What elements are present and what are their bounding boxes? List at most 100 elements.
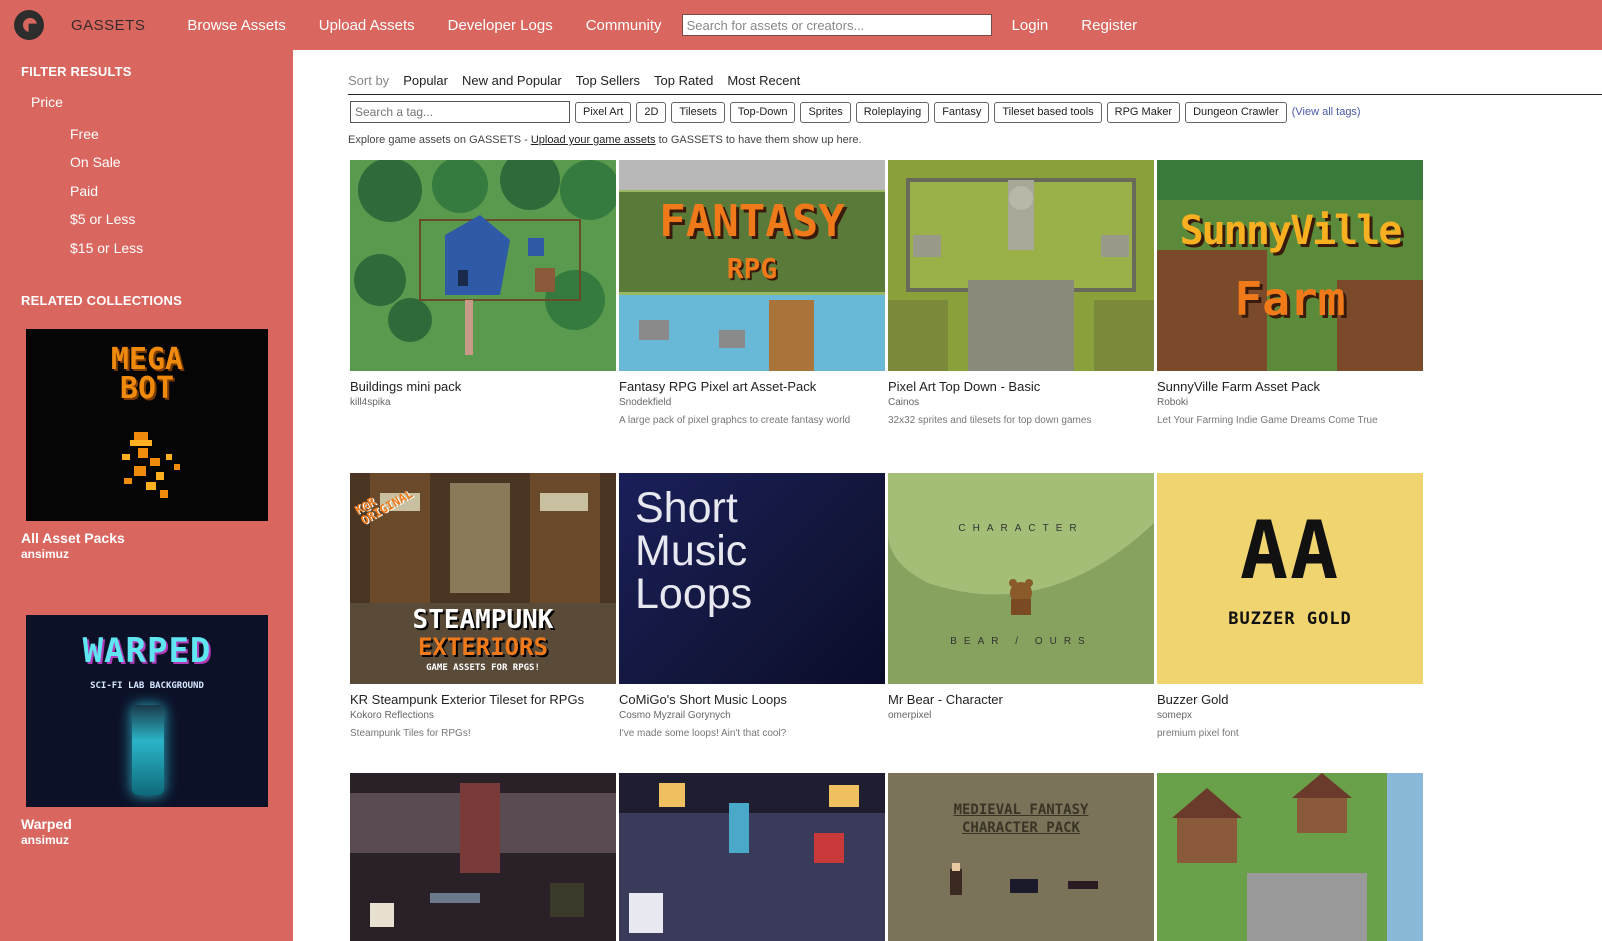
asset-author[interactable]: Kokoro Reflections xyxy=(350,710,616,721)
asset-author[interactable]: Snodekfield xyxy=(619,397,885,408)
asset-description: Steampunk Tiles for RPGs! xyxy=(350,728,471,739)
dungeon-characters-art xyxy=(619,773,885,941)
asset-title[interactable]: Buzzer Gold xyxy=(1157,692,1423,707)
tag-tileset-based-tools[interactable]: Tileset based tools xyxy=(994,101,1102,123)
asset-author[interactable]: omerpixel xyxy=(888,710,1154,721)
asset-thumbnail[interactable] xyxy=(1157,773,1423,941)
asset-card[interactable] xyxy=(1157,773,1423,941)
sort-by-label: Sort by xyxy=(348,73,390,88)
asset-thumbnail[interactable]: AA BUZZER GOLD xyxy=(1157,473,1423,684)
farm-title-art: Farm xyxy=(1234,272,1346,326)
warped-capsule-icon xyxy=(132,705,164,795)
register-link[interactable]: Register xyxy=(1081,17,1137,34)
asset-author[interactable]: Cosmo Myzrail Gorynych xyxy=(619,710,885,721)
asset-author[interactable]: Cainos xyxy=(888,397,1154,408)
asset-thumbnail[interactable]: SunnyVille Farm xyxy=(1157,160,1423,371)
tag-2d[interactable]: 2D xyxy=(636,101,667,123)
asset-card[interactable]: Buildings mini pack kill4spika xyxy=(350,160,616,408)
sort-popular[interactable]: Popular xyxy=(403,73,448,88)
asset-thumbnail[interactable]: MEDIEVAL FANTASY CHARACTER PACK xyxy=(888,773,1154,941)
tag-roleplaying[interactable]: Roleplaying xyxy=(855,101,930,123)
asset-card[interactable]: AA BUZZER GOLD Buzzer Gold somepx premiu… xyxy=(1157,473,1423,740)
asset-author[interactable]: Roboki xyxy=(1157,397,1423,408)
related-collections-heading: RELATED COLLECTIONS xyxy=(21,293,182,308)
asset-title[interactable]: CoMiGo's Short Music Loops xyxy=(619,692,885,707)
asset-title[interactable]: Pixel Art Top Down - Basic xyxy=(888,379,1154,394)
tag-rpg-maker[interactable]: RPG Maker xyxy=(1106,101,1181,123)
asset-title[interactable]: Mr Bear - Character xyxy=(888,692,1154,707)
sort-most-recent[interactable]: Most Recent xyxy=(727,73,800,88)
collection-thumbnail-warped[interactable]: WARPED SCI-FI LAB BACKGROUND xyxy=(26,615,268,807)
collection-author[interactable]: ansimuz xyxy=(21,547,69,561)
sort-divider xyxy=(348,94,1602,95)
asset-title[interactable]: SunnyVille Farm Asset Pack xyxy=(1157,379,1423,394)
asset-card[interactable]: SunnyVille Farm SunnyVille Farm Asset Pa… xyxy=(1157,160,1423,427)
asset-thumbnail[interactable] xyxy=(619,773,885,941)
price-option-on-sale[interactable]: On Sale xyxy=(70,154,121,170)
asset-thumbnail[interactable] xyxy=(888,160,1154,371)
price-option-paid[interactable]: Paid xyxy=(70,183,98,199)
asset-card[interactable]: FANTASY RPG Fantasy RPG Pixel art Asset-… xyxy=(619,160,885,427)
asset-title[interactable]: KR Steampunk Exterior Tileset for RPGs xyxy=(350,692,616,707)
asset-card[interactable] xyxy=(619,773,885,941)
price-option-15-or-less[interactable]: $15 or Less xyxy=(70,240,143,256)
sort-top-rated[interactable]: Top Rated xyxy=(654,73,713,88)
top-down-temple-art xyxy=(888,160,1154,371)
asset-author[interactable]: somepx xyxy=(1157,710,1423,721)
asset-card[interactable]: Short Music Loops CoMiGo's Short Music L… xyxy=(619,473,885,740)
warped-subtitle-art: SCI-FI LAB BACKGROUND xyxy=(90,681,204,691)
asset-title[interactable]: Buildings mini pack xyxy=(350,379,616,394)
view-all-tags-link[interactable]: (View all tags) xyxy=(1292,106,1361,118)
asset-thumbnail[interactable]: CHARACTER BEAR / OURS xyxy=(888,473,1154,684)
tag-top-down[interactable]: Top-Down xyxy=(729,101,796,123)
nav-upload-assets[interactable]: Upload Assets xyxy=(319,17,415,34)
music-title-line2: Music xyxy=(635,527,748,575)
price-option-5-or-less[interactable]: $5 or Less xyxy=(70,211,135,227)
explore-suffix: to GASSETS to have them show up here. xyxy=(655,134,862,146)
nav-community[interactable]: Community xyxy=(586,17,662,34)
collection-thumbnail-all-asset-packs[interactable]: MEGA BOT xyxy=(26,329,268,521)
asset-description: I've made some loops! Ain't that cool? xyxy=(619,728,787,739)
asset-thumbnail[interactable]: FANTASY RPG xyxy=(619,160,885,371)
steampunk-subtitle-art: GAME ASSETS FOR RPGS! xyxy=(426,663,540,673)
asset-card[interactable]: MEDIEVAL FANTASY CHARACTER PACK xyxy=(888,773,1154,941)
asset-title[interactable]: Fantasy RPG Pixel art Asset-Pack xyxy=(619,379,885,394)
asset-thumbnail[interactable]: Short Music Loops xyxy=(619,473,885,684)
collection-title-warped[interactable]: Warped xyxy=(21,816,72,832)
nav-developer-logs[interactable]: Developer Logs xyxy=(448,17,553,34)
asset-author[interactable]: kill4spika xyxy=(350,397,616,408)
brand-name[interactable]: GASSETS xyxy=(71,17,145,34)
asset-card[interactable]: K@R ORIGINAL STEAMPUNK EXTERIORS GAME AS… xyxy=(350,473,616,740)
tag-pixel-art[interactable]: Pixel Art xyxy=(575,101,632,123)
upload-assets-link[interactable]: Upload your game assets xyxy=(531,134,656,146)
collection-title-all-asset-packs[interactable]: All Asset Packs xyxy=(21,530,125,546)
music-title-line1: Short xyxy=(635,484,738,532)
asset-thumbnail[interactable] xyxy=(350,160,616,371)
tag-fantasy[interactable]: Fantasy xyxy=(934,101,990,123)
tag-tilesets[interactable]: Tilesets xyxy=(671,101,725,123)
buzzer-caption: BUZZER GOLD xyxy=(1228,609,1352,629)
collection-author[interactable]: ansimuz xyxy=(21,833,69,847)
bear-top-label: CHARACTER xyxy=(958,523,1084,534)
price-filter-label[interactable]: Price xyxy=(31,94,63,110)
tag-dungeon-crawler[interactable]: Dungeon Crawler xyxy=(1185,101,1287,123)
asset-card[interactable] xyxy=(350,773,616,941)
asset-thumbnail[interactable]: K@R ORIGINAL STEAMPUNK EXTERIORS GAME AS… xyxy=(350,473,616,684)
login-link[interactable]: Login xyxy=(1012,17,1049,34)
asset-card[interactable]: CHARACTER BEAR / OURS Mr Bear - Characte… xyxy=(888,473,1154,721)
main-content: Sort by Popular New and Popular Top Sell… xyxy=(293,50,1602,941)
music-title-line3: Loops xyxy=(635,570,753,618)
asset-thumbnail[interactable] xyxy=(350,773,616,941)
explore-prefix: Explore game assets on GASSETS - xyxy=(348,134,531,146)
dungeon-scene-art xyxy=(350,773,616,941)
search-input[interactable] xyxy=(681,14,992,36)
gassets-logo-icon[interactable] xyxy=(14,10,44,40)
tag-search-input[interactable] xyxy=(350,101,570,123)
price-option-free[interactable]: Free xyxy=(70,126,99,142)
mega-bot-title-line1: MEGA xyxy=(110,342,184,377)
sort-new-and-popular[interactable]: New and Popular xyxy=(462,73,562,88)
nav-browse-assets[interactable]: Browse Assets xyxy=(187,17,285,34)
asset-card[interactable]: Pixel Art Top Down - Basic Cainos 32x32 … xyxy=(888,160,1154,427)
sort-top-sellers[interactable]: Top Sellers xyxy=(576,73,640,88)
tag-sprites[interactable]: Sprites xyxy=(800,101,851,123)
